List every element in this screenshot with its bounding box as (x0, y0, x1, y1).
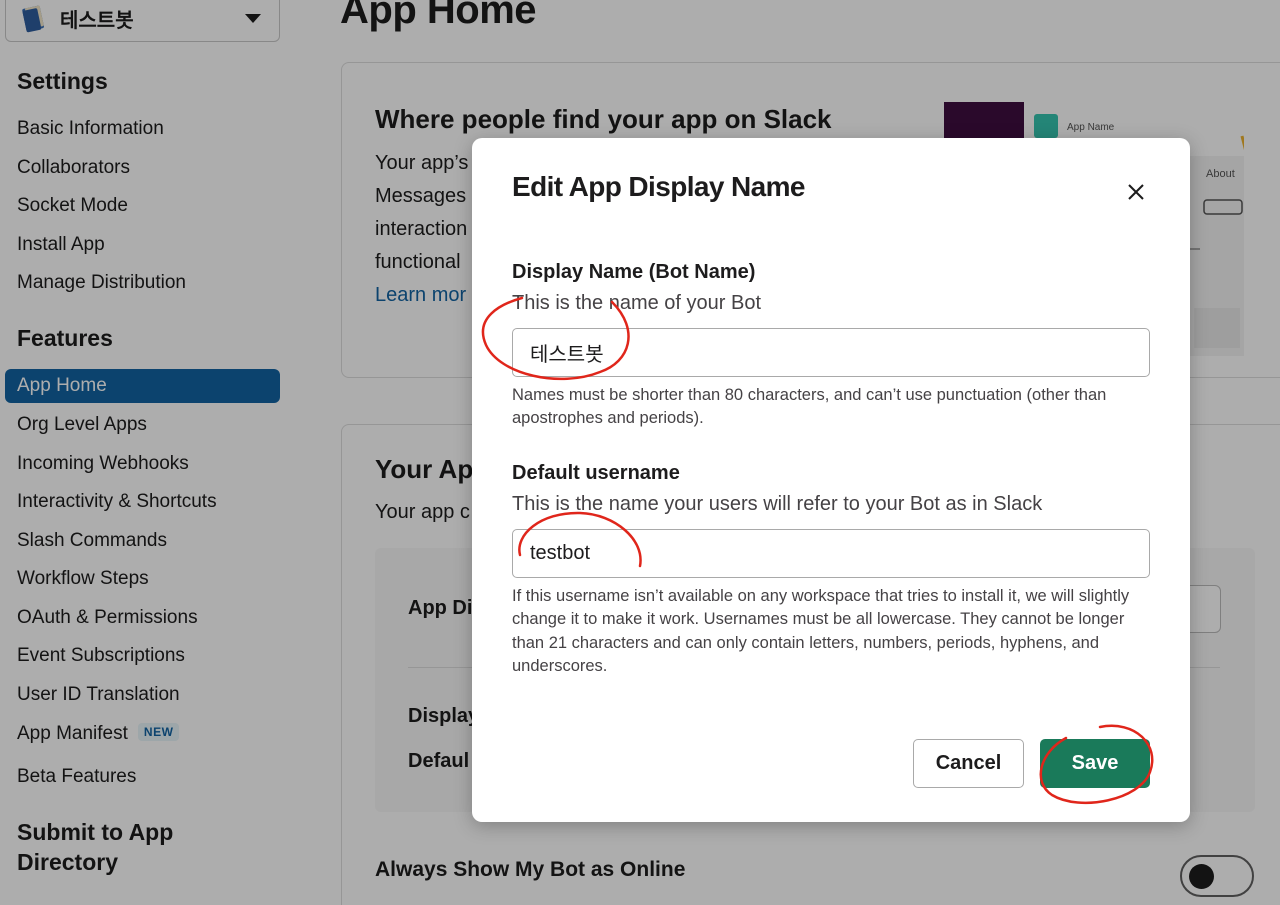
display-name-label: Display Name (Bot Name) (512, 261, 756, 283)
close-icon[interactable] (1120, 176, 1152, 208)
default-username-label: Default username (512, 462, 680, 484)
default-username-hint: This is the name your users will refer t… (512, 493, 1043, 515)
display-name-input[interactable] (512, 328, 1150, 377)
save-button[interactable]: Save (1040, 739, 1150, 788)
edit-display-name-modal: Edit App Display Name Display Name (Bot … (472, 138, 1190, 822)
cancel-button[interactable]: Cancel (913, 739, 1024, 788)
default-username-help: If this username isn’t available on any … (512, 587, 1130, 675)
display-name-help: Names must be shorter than 80 characters… (512, 386, 1107, 428)
display-name-hint: This is the name of your Bot (512, 292, 762, 314)
modal-title: Edit App Display Name (512, 171, 805, 202)
default-username-input[interactable] (512, 529, 1150, 578)
